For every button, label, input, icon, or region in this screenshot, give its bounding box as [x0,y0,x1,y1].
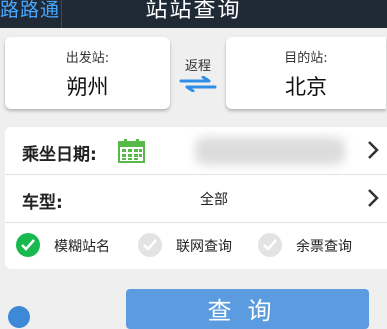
swap-label: 返程 [184,59,211,74]
date-label: 乘坐日期: [22,145,97,165]
bottom-left-icon[interactable] [8,306,30,328]
destination-station-card[interactable]: 目的站: 北京 [226,37,386,109]
query-button[interactable]: 查询 [126,289,369,329]
train-type-value: 全部 [200,192,228,208]
query-button-label: 查询 [207,297,288,325]
page-title: 站站查询 [145,0,242,23]
swap-arrows-icon [179,76,217,92]
checkbox-unchecked-icon [138,233,162,257]
train-type-row[interactable]: 车型: 全部 [5,175,387,221]
departure-station-name: 朔州 [66,75,109,99]
fuzzy-station-label: 模糊站名 [54,239,110,255]
online-query-label: 联网查询 [176,239,232,255]
swap-stations-button[interactable]: 返程 [177,55,219,100]
departure-label: 出发站: [65,51,110,66]
train-type-label: 车型: [22,193,63,213]
checkbox-checked-icon [16,233,40,257]
calendar-icon [118,139,145,163]
chevron-right-icon [368,141,379,159]
checkbox-unchecked-icon [258,233,282,257]
date-value-blurred [195,137,345,165]
remaining-tickets-label: 余票查询 [296,239,352,255]
query-options-panel: 乘坐日期: 车型: 全部 模糊站名 联网查询 余票查询 [5,127,387,269]
date-row[interactable]: 乘坐日期: [5,127,387,173]
departure-station-card[interactable]: 出发站: 朔州 [5,37,170,109]
top-bar: 路路通 站站查询 [0,0,387,28]
chevron-right-icon [368,189,379,207]
destination-label: 目的站: [284,51,328,66]
query-checkbox-group: 模糊站名 联网查询 余票查询 [5,223,387,269]
destination-station-name: 北京 [285,75,327,99]
